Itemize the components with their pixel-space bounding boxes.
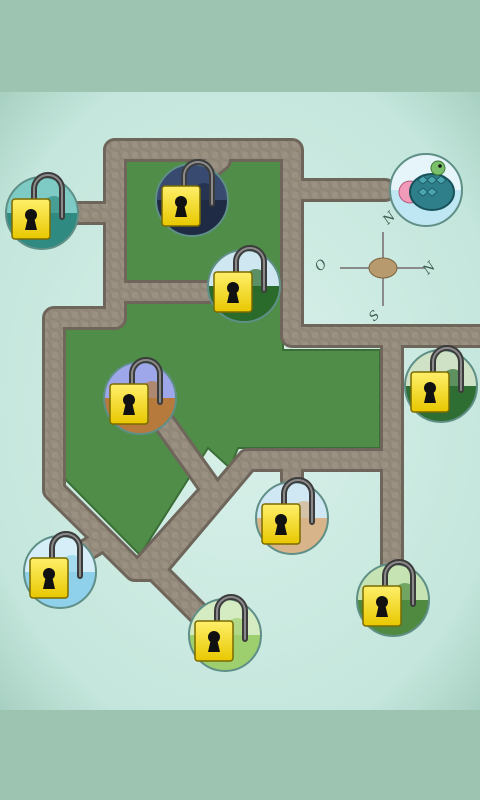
- level-node-meadow[interactable]: [404, 345, 478, 423]
- level-node-night-scene[interactable]: [155, 159, 229, 237]
- level-node-turtle[interactable]: [389, 153, 463, 227]
- compass-center-icon: [368, 257, 398, 279]
- level-node-jungle[interactable]: [356, 559, 430, 637]
- level-node-parrot[interactable]: [5, 172, 79, 250]
- level-map: N N O S: [0, 92, 480, 710]
- level-node-water[interactable]: [23, 531, 97, 609]
- level-node-beach[interactable]: [103, 357, 177, 435]
- level-node-desert[interactable]: [255, 477, 329, 555]
- level-node-frog[interactable]: [188, 594, 262, 672]
- level-node-hedgehog[interactable]: [207, 245, 281, 323]
